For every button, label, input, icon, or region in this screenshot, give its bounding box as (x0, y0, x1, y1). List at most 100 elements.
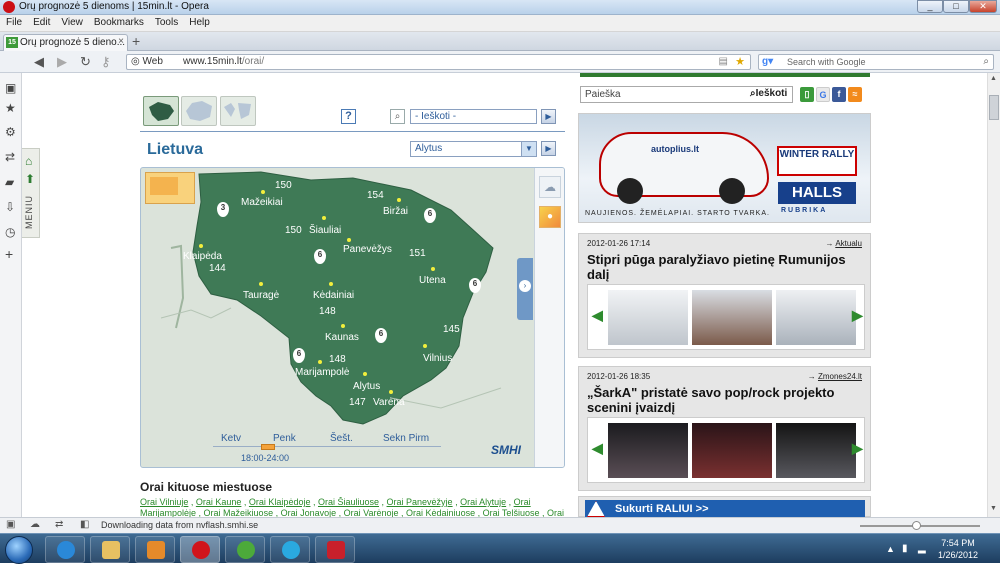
city-link[interactable]: Orai Jonavoje (281, 508, 337, 517)
history-clock-icon[interactable]: ◷ (5, 225, 15, 239)
gallery-thumbnail[interactable] (692, 290, 772, 345)
taskbar-utorrent[interactable] (225, 536, 265, 563)
city-link[interactable]: Orai Telšiuose (483, 508, 540, 517)
timeline-label[interactable]: Šešt. (330, 433, 353, 444)
city-label[interactable]: Tauragė (243, 290, 279, 301)
bookmark-star-icon[interactable]: ★ (735, 55, 745, 68)
city-label[interactable]: Utena (419, 275, 446, 286)
home-arrow-icon[interactable]: ⌂ ⬆ (25, 152, 35, 188)
news-headline[interactable]: „ŠarkA" pristatė savo pop/rock projekto … (587, 385, 867, 415)
search-go-button[interactable]: ▶ (541, 109, 556, 124)
speaker-icon[interactable]: ◧ (80, 519, 89, 530)
timeline-label[interactable]: Ketv (221, 433, 241, 444)
city-link[interactable]: Orai Šiauliuose (318, 497, 379, 507)
city-link[interactable]: Orai Alytuje (460, 497, 506, 507)
settings-gear-icon[interactable]: ⚙ (5, 125, 16, 139)
rss-icon[interactable]: ≈ (848, 87, 862, 102)
city-label[interactable]: Kaunas (325, 332, 359, 343)
share-icon[interactable]: ⇄ (5, 150, 15, 164)
chevron-down-icon[interactable]: ▼ (521, 142, 536, 156)
city-label[interactable]: Panevėžys (343, 244, 392, 255)
tab-weather[interactable]: 15 Orų prognozė 5 dieno... × (3, 34, 128, 51)
map-europe-button[interactable] (181, 96, 217, 126)
add-panel-icon[interactable]: + (5, 246, 13, 262)
gallery-thumbnail[interactable] (692, 423, 772, 478)
city-select[interactable]: Alytus ▼ (410, 141, 537, 157)
google-icon[interactable]: g▾ (762, 56, 773, 67)
city-label[interactable]: Klaipėda (183, 251, 222, 262)
city-link[interactable]: Orai Kaune (196, 497, 242, 507)
notes-icon[interactable]: ▰ (5, 175, 14, 189)
menu-file[interactable]: File (0, 15, 27, 28)
gallery-thumbnail[interactable] (608, 290, 688, 345)
bookmarks-icon[interactable]: ★ (5, 101, 16, 115)
temperature-layer-icon[interactable]: ● (539, 206, 561, 228)
zoom-slider-handle[interactable] (912, 521, 921, 530)
city-link[interactable]: Orai Kėdainiuose (406, 508, 475, 517)
city-label[interactable]: Biržai (383, 206, 408, 217)
battery-icon[interactable]: ▮ (902, 543, 908, 554)
downloads-icon[interactable]: ⇩ (5, 200, 15, 214)
cloud-icon[interactable]: ☁ (30, 519, 40, 530)
scroll-up-icon[interactable]: ▲ (990, 75, 997, 82)
gallery-thumbnail[interactable] (776, 423, 856, 478)
system-clock[interactable]: 7:54 PM 1/26/2012 (938, 537, 978, 561)
tray-arrow-icon[interactable]: ▲ (886, 544, 895, 554)
timeline-slider-handle[interactable] (261, 444, 275, 450)
network-icon[interactable]: ▂ (918, 543, 926, 554)
reload-icon[interactable]: ↻ (80, 54, 91, 70)
scroll-down-icon[interactable]: ▼ (990, 505, 997, 512)
news-source-link[interactable]: → Zmones24.lt (808, 372, 862, 381)
map-search-icon[interactable]: ⌕ (390, 109, 405, 124)
news-headline[interactable]: Stipri pūga paralyžiavo pietinę Rumunijo… (587, 252, 867, 282)
taskbar-opera[interactable] (180, 536, 220, 563)
new-tab-button[interactable]: + (132, 34, 140, 48)
city-label[interactable]: Alytus (353, 381, 380, 392)
chevron-right-icon[interactable]: › (519, 280, 531, 292)
gallery-thumbnail[interactable] (776, 290, 856, 345)
speed-dial-icon[interactable]: ▣ (5, 81, 16, 95)
legend-toggle[interactable] (145, 172, 195, 204)
google-icon[interactable]: G (816, 87, 830, 102)
page-scrollbar[interactable]: ▲ ▼ (987, 73, 1000, 517)
city-label[interactable]: Šiauliai (309, 225, 341, 236)
menu-bookmarks[interactable]: Bookmarks (88, 15, 149, 28)
city-link[interactable]: Orai Mažeikiuose (204, 508, 274, 517)
city-label[interactable]: Varėna (373, 397, 405, 408)
close-window-button[interactable]: ✕ (969, 0, 997, 13)
city-label[interactable]: Marijampolė (295, 367, 349, 378)
city-search-dropdown[interactable]: - Ieškoti - (410, 109, 537, 124)
meniu-side-tab[interactable]: ⌂ ⬆ MENIU (22, 148, 40, 238)
taskbar-skype[interactable] (270, 536, 310, 563)
city-link[interactable]: Orai Klaipėdoje (249, 497, 311, 507)
city-label[interactable]: Kėdainiai (313, 290, 354, 301)
news-source-link[interactable]: → Aktualu (826, 239, 862, 248)
map-lithuania-button[interactable] (143, 96, 179, 126)
expand-panel-handle[interactable]: › (517, 258, 533, 320)
search-icon[interactable]: ⌕ (983, 56, 989, 67)
taskbar-media[interactable] (135, 536, 175, 563)
cloud-layer-icon[interactable]: ☁ (539, 176, 561, 198)
forecast-timeline[interactable]: Ketv Penk Šešt. Sekn Pirm 18:00-24:00 (213, 430, 531, 465)
map-canvas[interactable]: Klaipėda Mažeikiai Šiauliai Biržai Panev… (140, 167, 565, 468)
scrollbar-thumb[interactable] (989, 95, 999, 120)
maximize-button[interactable]: □ (943, 0, 969, 13)
city-link[interactable]: Orai (547, 508, 564, 517)
facebook-icon[interactable]: f (832, 87, 846, 102)
back-icon[interactable]: ◀ (34, 54, 44, 70)
key-icon[interactable]: ⚷ (101, 54, 111, 70)
site-search-button[interactable]: ⌕Ieškoti (750, 88, 787, 99)
gallery-prev-icon[interactable]: ◀ (592, 307, 603, 324)
start-button[interactable] (5, 536, 33, 564)
winter-rally-banner[interactable]: autoplius.lt WINTER RALLY HALLS RUBRIKA … (578, 113, 871, 223)
create-rally-link[interactable]: Sukurti RALIUI >> (585, 500, 865, 518)
forward-icon[interactable]: ▶ (57, 54, 67, 70)
city-link[interactable]: Orai Varėnoje (344, 508, 399, 517)
city-label[interactable]: Mažeikiai (241, 197, 283, 208)
help-button[interactable]: ? (341, 109, 356, 124)
search-box[interactable]: g▾ Search with Google ⌕ (758, 54, 994, 70)
map-world-button[interactable] (220, 96, 256, 126)
timeline-label[interactable]: Penk (273, 433, 296, 444)
timeline-label[interactable]: Sekn Pirm (383, 433, 429, 444)
menu-view[interactable]: View (55, 15, 88, 28)
